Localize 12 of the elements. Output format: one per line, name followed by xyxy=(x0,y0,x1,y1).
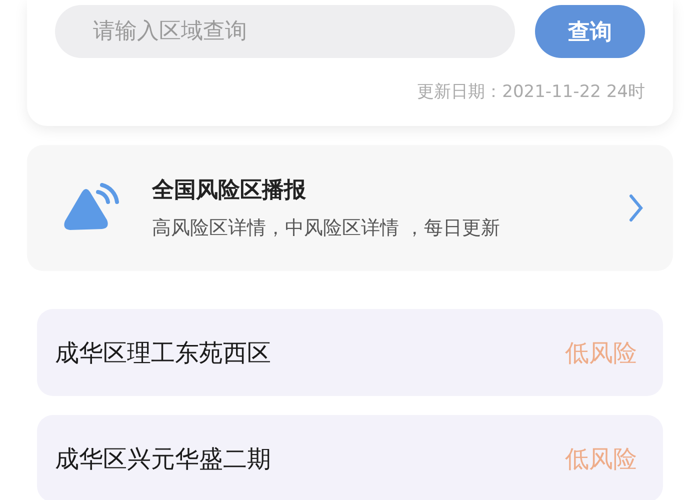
broadcast-subtitle: 高风险区详情，中风险区详情 ，每日更新 xyxy=(152,216,502,241)
risk-level: 低风险 xyxy=(565,444,637,474)
broadcast-title: 全国风险区播报 xyxy=(152,177,307,205)
area-row[interactable]: 成华区兴元华盛二期 低风险 xyxy=(37,415,663,500)
chevron-right-icon xyxy=(629,194,643,222)
area-name: 成华区兴元华盛二期 xyxy=(55,444,271,474)
risk-level: 低风险 xyxy=(565,338,637,368)
area-name: 成华区理工东苑西区 xyxy=(55,338,271,368)
area-row[interactable]: 成华区理工东苑西区 低风险 xyxy=(37,309,663,396)
broadcast-card[interactable]: 全国风险区播报 高风险区详情，中风险区详情 ，每日更新 xyxy=(27,145,673,271)
update-date: 更新日期：2021-11-22 24时 xyxy=(416,81,645,104)
search-field[interactable]: 请输入区域查询 xyxy=(55,5,515,58)
